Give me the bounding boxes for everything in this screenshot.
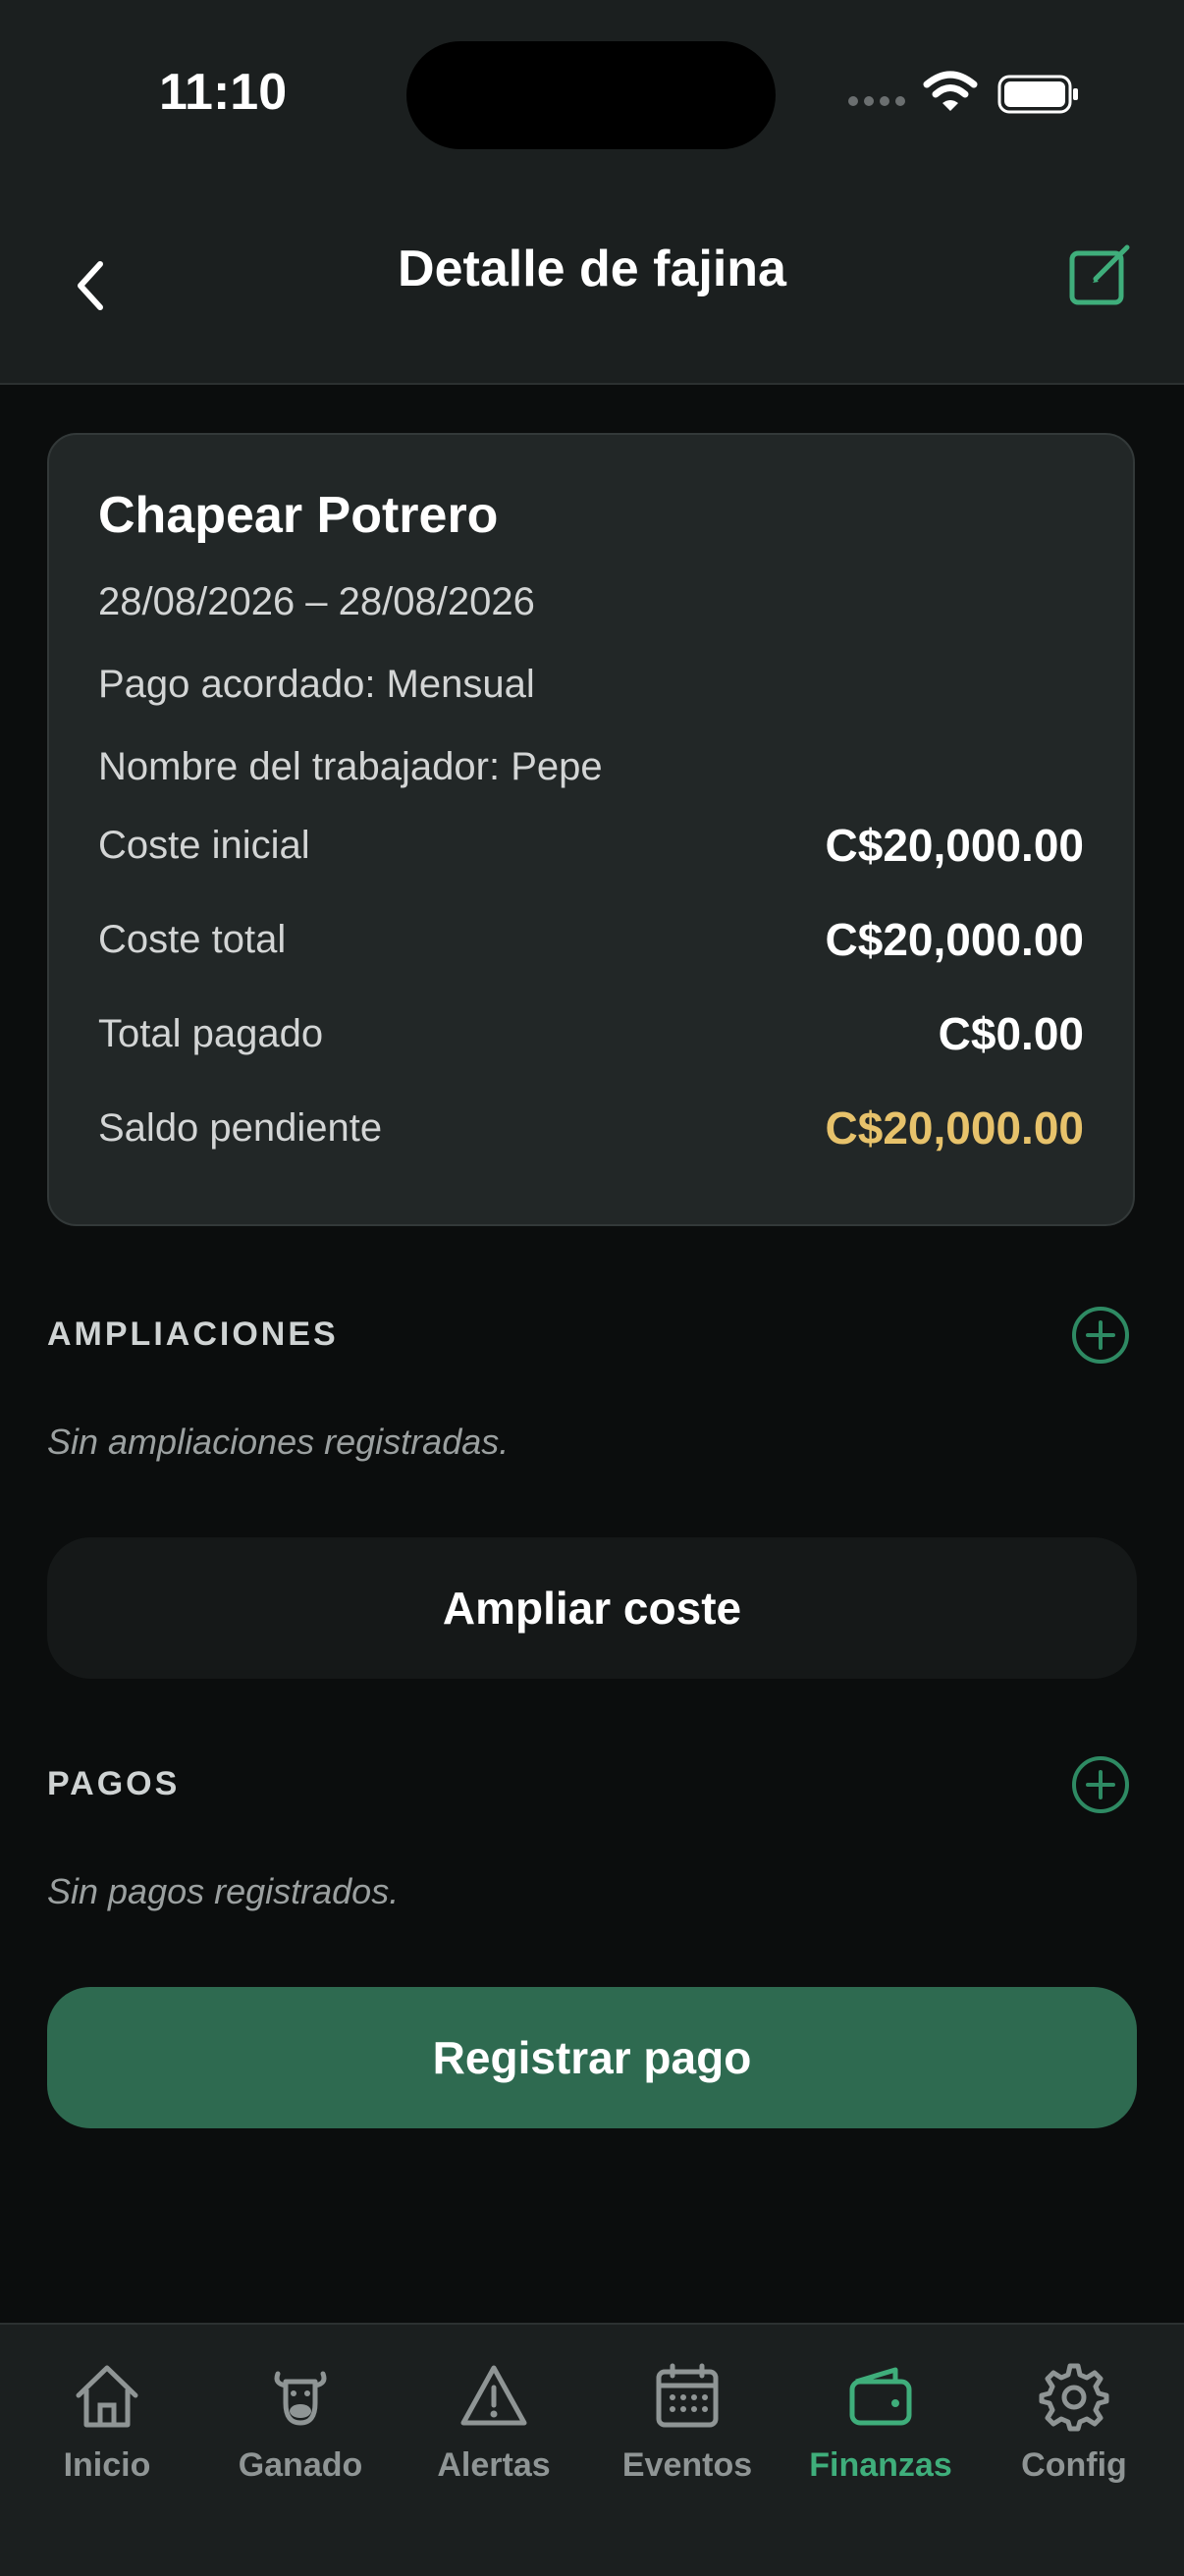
- initial-cost-value: C$20,000.00: [825, 820, 1084, 871]
- pending-balance-label: Saldo pendiente: [98, 1105, 383, 1150]
- initial-cost-label: Coste inicial: [98, 823, 310, 867]
- tab-eventos[interactable]: Eventos: [594, 2360, 780, 2485]
- tab-label: Config: [1021, 2446, 1127, 2484]
- add-payment-icon[interactable]: [1070, 1754, 1131, 1815]
- tab-inicio[interactable]: Inicio: [14, 2360, 200, 2485]
- gear-icon: [1039, 2363, 1109, 2432]
- register-payment-button[interactable]: Registrar pago: [47, 1987, 1137, 2128]
- total-cost-row: Coste total C$20,000.00: [98, 910, 1084, 969]
- total-paid-value: C$0.00: [938, 1008, 1084, 1059]
- pending-balance-row: Saldo pendiente C$20,000.00: [98, 1099, 1084, 1157]
- payments-empty-text: Sin pagos registrados.: [47, 1871, 400, 1911]
- warning-icon: [460, 2365, 527, 2426]
- add-extension-icon[interactable]: [1070, 1305, 1131, 1366]
- cow-icon: [274, 2371, 327, 2426]
- wallet-icon: [849, 2367, 912, 2426]
- calendar-icon: [656, 2363, 719, 2428]
- total-cost-value: C$20,000.00: [825, 914, 1084, 965]
- tab-ganado[interactable]: Ganado: [207, 2360, 394, 2485]
- total-cost-label: Coste total: [98, 917, 287, 961]
- dynamic-island: [406, 41, 776, 149]
- cellular-signal-icon: [848, 96, 905, 106]
- navigation-bar: Detalle de fajina: [0, 187, 1184, 385]
- page-title: Detalle de fajina: [398, 241, 786, 297]
- status-bar: 11:10: [0, 0, 1184, 187]
- date-range: 28/08/2026 – 28/08/2026: [98, 580, 535, 623]
- tab-label: Eventos: [621, 2446, 753, 2484]
- worker-name: Nombre del trabajador: Pepe: [98, 745, 603, 788]
- tab-alertas[interactable]: Alertas: [401, 2360, 587, 2485]
- pending-balance-value: C$20,000.00: [825, 1102, 1084, 1154]
- total-paid-label: Total pagado: [98, 1011, 324, 1055]
- wifi-icon: [923, 71, 978, 111]
- tab-label: Inicio: [63, 2446, 151, 2484]
- battery-icon: [997, 75, 1078, 114]
- status-time: 11:10: [159, 64, 288, 121]
- edit-icon[interactable]: [1066, 240, 1135, 308]
- home-icon: [76, 2365, 138, 2428]
- tab-bar: Inicio Ganado Alertas Eventos Finanzas C…: [0, 2323, 1184, 2576]
- extensions-empty-text: Sin ampliaciones registradas.: [47, 1422, 510, 1462]
- task-title: Chapear Potrero: [98, 487, 499, 544]
- tab-label: Alertas: [437, 2446, 551, 2484]
- extensions-section-header: AMPLIACIONES: [47, 1315, 339, 1353]
- payments-section-header: PAGOS: [47, 1765, 181, 1802]
- initial-cost-row: Coste inicial C$20,000.00: [98, 816, 1084, 875]
- tab-finanzas[interactable]: Finanzas: [787, 2360, 974, 2485]
- task-summary-card: Chapear Potrero 28/08/2026 – 28/08/2026 …: [47, 433, 1135, 1226]
- tab-config[interactable]: Config: [981, 2360, 1167, 2485]
- tab-label: Ganado: [238, 2446, 363, 2484]
- tab-label: Finanzas: [809, 2446, 952, 2484]
- agreed-payment: Pago acordado: Mensual: [98, 663, 535, 706]
- total-paid-row: Total pagado C$0.00: [98, 1004, 1084, 1063]
- extend-cost-button[interactable]: Ampliar coste: [47, 1537, 1137, 1679]
